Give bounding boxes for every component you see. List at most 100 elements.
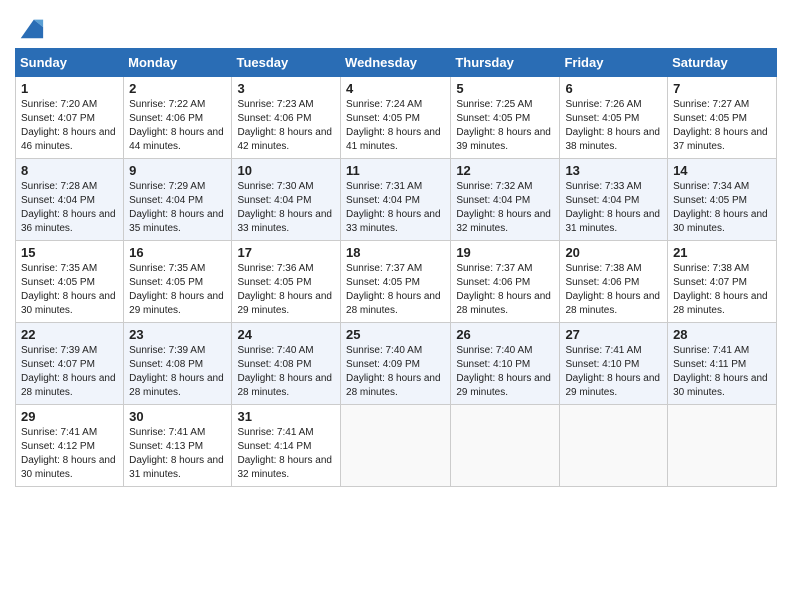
day-info: Sunrise: 7:35 AMSunset: 4:05 PMDaylight:… — [129, 262, 226, 318]
day-number: 24 — [237, 327, 335, 342]
day-number: 12 — [456, 163, 554, 178]
day-number: 21 — [673, 245, 771, 260]
day-info: Sunrise: 7:41 AMSunset: 4:14 PMDaylight:… — [237, 426, 335, 482]
day-number: 20 — [565, 245, 662, 260]
calendar-cell: 7 Sunrise: 7:27 AMSunset: 4:05 PMDayligh… — [668, 77, 777, 159]
calendar-cell — [560, 405, 668, 487]
calendar-cell: 21 Sunrise: 7:38 AMSunset: 4:07 PMDaylig… — [668, 241, 777, 323]
day-number: 28 — [673, 327, 771, 342]
day-number: 19 — [456, 245, 554, 260]
day-number: 3 — [237, 81, 335, 96]
day-info: Sunrise: 7:34 AMSunset: 4:05 PMDaylight:… — [673, 180, 771, 236]
calendar-cell: 14 Sunrise: 7:34 AMSunset: 4:05 PMDaylig… — [668, 159, 777, 241]
calendar-cell: 30 Sunrise: 7:41 AMSunset: 4:13 PMDaylig… — [124, 405, 232, 487]
calendar-cell: 8 Sunrise: 7:28 AMSunset: 4:04 PMDayligh… — [16, 159, 124, 241]
day-number: 22 — [21, 327, 118, 342]
day-info: Sunrise: 7:24 AMSunset: 4:05 PMDaylight:… — [346, 98, 445, 154]
day-info: Sunrise: 7:31 AMSunset: 4:04 PMDaylight:… — [346, 180, 445, 236]
calendar-cell: 27 Sunrise: 7:41 AMSunset: 4:10 PMDaylig… — [560, 323, 668, 405]
calendar-cell — [341, 405, 451, 487]
day-number: 25 — [346, 327, 445, 342]
day-number: 5 — [456, 81, 554, 96]
day-number: 7 — [673, 81, 771, 96]
day-info: Sunrise: 7:22 AMSunset: 4:06 PMDaylight:… — [129, 98, 226, 154]
day-info: Sunrise: 7:40 AMSunset: 4:10 PMDaylight:… — [456, 344, 554, 400]
calendar-cell: 20 Sunrise: 7:38 AMSunset: 4:06 PMDaylig… — [560, 241, 668, 323]
day-number: 16 — [129, 245, 226, 260]
header-wednesday: Wednesday — [341, 49, 451, 77]
header-tuesday: Tuesday — [232, 49, 341, 77]
day-number: 29 — [21, 409, 118, 424]
logo-icon — [17, 14, 45, 42]
calendar-week-1: 1 Sunrise: 7:20 AMSunset: 4:07 PMDayligh… — [16, 77, 777, 159]
calendar-cell: 25 Sunrise: 7:40 AMSunset: 4:09 PMDaylig… — [341, 323, 451, 405]
day-info: Sunrise: 7:39 AMSunset: 4:08 PMDaylight:… — [129, 344, 226, 400]
calendar-cell: 3 Sunrise: 7:23 AMSunset: 4:06 PMDayligh… — [232, 77, 341, 159]
calendar-cell — [451, 405, 560, 487]
day-number: 9 — [129, 163, 226, 178]
header-sunday: Sunday — [16, 49, 124, 77]
calendar-cell: 28 Sunrise: 7:41 AMSunset: 4:11 PMDaylig… — [668, 323, 777, 405]
day-number: 8 — [21, 163, 118, 178]
calendar-week-2: 8 Sunrise: 7:28 AMSunset: 4:04 PMDayligh… — [16, 159, 777, 241]
calendar-cell: 29 Sunrise: 7:41 AMSunset: 4:12 PMDaylig… — [16, 405, 124, 487]
day-info: Sunrise: 7:32 AMSunset: 4:04 PMDaylight:… — [456, 180, 554, 236]
calendar-cell: 24 Sunrise: 7:40 AMSunset: 4:08 PMDaylig… — [232, 323, 341, 405]
calendar-cell: 13 Sunrise: 7:33 AMSunset: 4:04 PMDaylig… — [560, 159, 668, 241]
calendar-cell: 9 Sunrise: 7:29 AMSunset: 4:04 PMDayligh… — [124, 159, 232, 241]
day-number: 26 — [456, 327, 554, 342]
day-number: 30 — [129, 409, 226, 424]
calendar-cell: 18 Sunrise: 7:37 AMSunset: 4:05 PMDaylig… — [341, 241, 451, 323]
header-saturday: Saturday — [668, 49, 777, 77]
day-number: 6 — [565, 81, 662, 96]
day-info: Sunrise: 7:40 AMSunset: 4:09 PMDaylight:… — [346, 344, 445, 400]
day-number: 17 — [237, 245, 335, 260]
day-number: 13 — [565, 163, 662, 178]
day-info: Sunrise: 7:37 AMSunset: 4:05 PMDaylight:… — [346, 262, 445, 318]
day-info: Sunrise: 7:27 AMSunset: 4:05 PMDaylight:… — [673, 98, 771, 154]
day-info: Sunrise: 7:30 AMSunset: 4:04 PMDaylight:… — [237, 180, 335, 236]
day-number: 27 — [565, 327, 662, 342]
day-info: Sunrise: 7:41 AMSunset: 4:12 PMDaylight:… — [21, 426, 118, 482]
header-friday: Friday — [560, 49, 668, 77]
day-info: Sunrise: 7:40 AMSunset: 4:08 PMDaylight:… — [237, 344, 335, 400]
calendar-week-4: 22 Sunrise: 7:39 AMSunset: 4:07 PMDaylig… — [16, 323, 777, 405]
calendar-cell: 23 Sunrise: 7:39 AMSunset: 4:08 PMDaylig… — [124, 323, 232, 405]
day-info: Sunrise: 7:41 AMSunset: 4:10 PMDaylight:… — [565, 344, 662, 400]
day-info: Sunrise: 7:37 AMSunset: 4:06 PMDaylight:… — [456, 262, 554, 318]
calendar-cell: 12 Sunrise: 7:32 AMSunset: 4:04 PMDaylig… — [451, 159, 560, 241]
calendar-cell: 2 Sunrise: 7:22 AMSunset: 4:06 PMDayligh… — [124, 77, 232, 159]
day-number: 15 — [21, 245, 118, 260]
day-info: Sunrise: 7:33 AMSunset: 4:04 PMDaylight:… — [565, 180, 662, 236]
calendar-cell: 4 Sunrise: 7:24 AMSunset: 4:05 PMDayligh… — [341, 77, 451, 159]
calendar-cell: 11 Sunrise: 7:31 AMSunset: 4:04 PMDaylig… — [341, 159, 451, 241]
calendar-cell: 10 Sunrise: 7:30 AMSunset: 4:04 PMDaylig… — [232, 159, 341, 241]
calendar-cell: 26 Sunrise: 7:40 AMSunset: 4:10 PMDaylig… — [451, 323, 560, 405]
calendar-cell — [668, 405, 777, 487]
calendar-cell: 19 Sunrise: 7:37 AMSunset: 4:06 PMDaylig… — [451, 241, 560, 323]
day-number: 2 — [129, 81, 226, 96]
day-number: 11 — [346, 163, 445, 178]
day-info: Sunrise: 7:25 AMSunset: 4:05 PMDaylight:… — [456, 98, 554, 154]
day-number: 1 — [21, 81, 118, 96]
day-number: 14 — [673, 163, 771, 178]
calendar-header-row: SundayMondayTuesdayWednesdayThursdayFrid… — [16, 49, 777, 77]
header-monday: Monday — [124, 49, 232, 77]
logo — [15, 14, 45, 42]
day-info: Sunrise: 7:38 AMSunset: 4:06 PMDaylight:… — [565, 262, 662, 318]
day-info: Sunrise: 7:41 AMSunset: 4:13 PMDaylight:… — [129, 426, 226, 482]
day-number: 31 — [237, 409, 335, 424]
calendar-cell: 31 Sunrise: 7:41 AMSunset: 4:14 PMDaylig… — [232, 405, 341, 487]
calendar-week-5: 29 Sunrise: 7:41 AMSunset: 4:12 PMDaylig… — [16, 405, 777, 487]
day-info: Sunrise: 7:28 AMSunset: 4:04 PMDaylight:… — [21, 180, 118, 236]
day-number: 4 — [346, 81, 445, 96]
calendar-cell: 16 Sunrise: 7:35 AMSunset: 4:05 PMDaylig… — [124, 241, 232, 323]
calendar-cell: 15 Sunrise: 7:35 AMSunset: 4:05 PMDaylig… — [16, 241, 124, 323]
calendar-week-3: 15 Sunrise: 7:35 AMSunset: 4:05 PMDaylig… — [16, 241, 777, 323]
day-info: Sunrise: 7:20 AMSunset: 4:07 PMDaylight:… — [21, 98, 118, 154]
calendar-cell: 1 Sunrise: 7:20 AMSunset: 4:07 PMDayligh… — [16, 77, 124, 159]
day-info: Sunrise: 7:36 AMSunset: 4:05 PMDaylight:… — [237, 262, 335, 318]
calendar: SundayMondayTuesdayWednesdayThursdayFrid… — [15, 48, 777, 487]
day-number: 10 — [237, 163, 335, 178]
calendar-cell: 6 Sunrise: 7:26 AMSunset: 4:05 PMDayligh… — [560, 77, 668, 159]
